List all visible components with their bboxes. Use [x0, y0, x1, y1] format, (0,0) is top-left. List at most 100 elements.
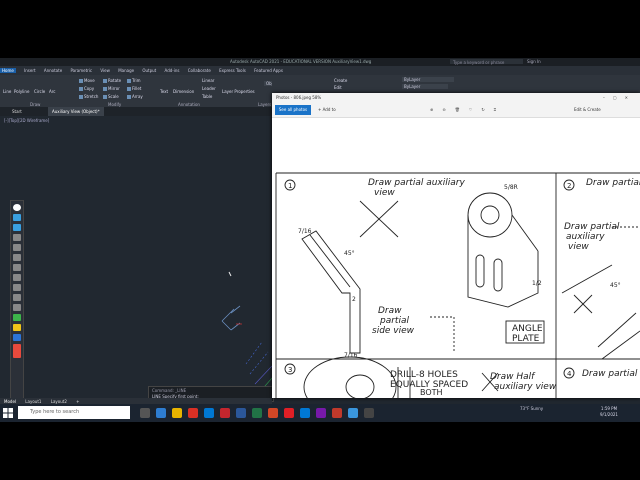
color-green[interactable]: [13, 314, 21, 321]
svg-text:4: 4: [567, 370, 572, 378]
photos-window: Photos - 806.jpeg 58% –▢✕ See all photos…: [272, 93, 640, 398]
circle-button[interactable]: Circle: [34, 89, 45, 94]
tab-output[interactable]: Output: [142, 68, 156, 73]
tab-express-tools[interactable]: Express Tools: [219, 68, 246, 73]
highlighter-icon[interactable]: [13, 284, 21, 291]
sign-in-link[interactable]: Sign In: [527, 58, 541, 66]
svg-text:side view: side view: [372, 326, 415, 336]
trim-button[interactable]: Trim: [127, 78, 141, 83]
pen-icon[interactable]: [13, 264, 21, 271]
delete-icon[interactable]: 🗑: [455, 107, 469, 112]
svg-text:Draw partial: Draw partial: [564, 222, 620, 232]
linear-button[interactable]: Linear: [202, 78, 214, 83]
taskbar-apps: [140, 408, 374, 418]
dimension-button[interactable]: Dimension: [173, 89, 194, 94]
tab-manage[interactable]: Manage: [118, 68, 134, 73]
text-tool-icon[interactable]: [13, 304, 21, 311]
zoom-out-icon[interactable]: ⊖: [442, 107, 454, 112]
window-controls[interactable]: –▢✕: [603, 93, 636, 103]
svg-text:3: 3: [288, 366, 292, 374]
select-icon[interactable]: [13, 214, 21, 221]
line-tool-icon[interactable]: [13, 254, 21, 261]
array-button[interactable]: Array: [127, 94, 143, 99]
autocad-icon[interactable]: [220, 408, 230, 418]
scale-button[interactable]: Scale: [103, 94, 119, 99]
pin-icon[interactable]: [13, 204, 21, 211]
tab-collaborate[interactable]: Collaborate: [188, 68, 211, 73]
tab-view[interactable]: View: [100, 68, 110, 73]
table-button[interactable]: Table: [202, 94, 212, 99]
tab-parametric[interactable]: Parametric: [70, 68, 92, 73]
svg-text:partial: partial: [379, 316, 409, 326]
mirror-button[interactable]: Mirror: [103, 86, 120, 91]
pencil-icon[interactable]: [13, 234, 21, 241]
svg-text:Draw Half: Draw Half: [490, 372, 536, 382]
text-button[interactable]: Text: [160, 89, 168, 94]
zoom-icon[interactable]: [13, 224, 21, 231]
start-tab[interactable]: Start: [8, 107, 26, 116]
rotate-icon[interactable]: ↻: [481, 107, 493, 112]
windows-start-icon[interactable]: [3, 408, 13, 418]
task-view-icon[interactable]: [140, 408, 150, 418]
excel-icon[interactable]: [252, 408, 262, 418]
polyline-button[interactable]: Polyline: [14, 89, 29, 94]
copy-button[interactable]: Copy: [79, 86, 94, 91]
onenote-icon[interactable]: [316, 408, 326, 418]
tab-annotate[interactable]: Annotate: [44, 68, 62, 73]
favorite-icon[interactable]: ♡: [469, 107, 482, 112]
edit-create-button[interactable]: Edit & Create: [574, 103, 601, 117]
snip-icon[interactable]: [364, 408, 374, 418]
crop-icon[interactable]: ⌗: [494, 107, 505, 112]
edit-block-button[interactable]: Edit: [334, 85, 342, 90]
tool-palette: [10, 200, 24, 406]
system-clock[interactable]: 1:59 PM 9/1/2021: [600, 406, 618, 418]
technical-drawing: 1 2 3 4 Draw partial auxiliary view Draw…: [275, 172, 640, 398]
linetype-dropdown[interactable]: ByLayer: [402, 84, 448, 89]
chrome-icon[interactable]: [188, 408, 198, 418]
stretch-button[interactable]: Stretch: [79, 94, 98, 99]
store-icon[interactable]: [204, 408, 214, 418]
word-icon[interactable]: [236, 408, 246, 418]
file-explorer-icon[interactable]: [172, 408, 182, 418]
fillet-button[interactable]: Fillet: [127, 86, 141, 91]
color-blue[interactable]: [13, 334, 21, 341]
tab-insert[interactable]: Insert: [24, 68, 35, 73]
marker-icon[interactable]: [13, 274, 21, 281]
color-yellow[interactable]: [13, 324, 21, 331]
rotate-button[interactable]: Rotate: [103, 78, 121, 83]
leader-button[interactable]: Leader: [202, 86, 216, 91]
shape-icon[interactable]: [13, 294, 21, 301]
access-icon[interactable]: [332, 408, 342, 418]
search-input[interactable]: Type a keyword or phrase: [450, 59, 523, 65]
move-button[interactable]: Move: [79, 78, 95, 83]
zoom-in-icon[interactable]: ⊕: [430, 107, 442, 112]
photos-icon[interactable]: [300, 408, 310, 418]
layer-properties-button[interactable]: Layer Properties: [222, 89, 255, 94]
drawing-canvas[interactable]: [0, 116, 272, 398]
app-title: Autodesk AutoCAD 2021 - EDUCATIONAL VERS…: [230, 59, 372, 64]
photos-titlebar: Photos - 806.jpeg 58% –▢✕: [272, 93, 640, 103]
svg-text:PLATE: PLATE: [512, 334, 540, 344]
acrobat-icon[interactable]: [284, 408, 294, 418]
add-to-button[interactable]: + Add to: [318, 103, 336, 117]
drawing-tab[interactable]: Auxiliary View (Object)*: [48, 107, 104, 116]
powerpoint-icon[interactable]: [268, 408, 278, 418]
edge-icon[interactable]: [156, 408, 166, 418]
arc-button[interactable]: Arc: [49, 89, 56, 94]
tab-addins[interactable]: Add-ins: [165, 68, 180, 73]
create-block-button[interactable]: Create: [334, 78, 347, 83]
ribbon-tab-bar: Home Insert Annotate Parametric View Man…: [0, 66, 640, 75]
svg-text:Draw partial: Draw partial: [582, 369, 638, 379]
eraser-icon[interactable]: [13, 244, 21, 251]
see-all-photos-button[interactable]: See all photos: [275, 105, 311, 115]
mail-icon[interactable]: [348, 408, 358, 418]
tab-featured-apps[interactable]: Featured Apps: [254, 68, 283, 73]
color-red[interactable]: [13, 344, 21, 358]
color-dropdown[interactable]: ByLayer: [402, 77, 454, 82]
svg-text:5/8R: 5/8R: [504, 184, 518, 191]
weather-widget[interactable]: 73°F Sunny: [520, 406, 543, 411]
line-button[interactable]: Line: [3, 89, 11, 94]
tab-home[interactable]: Home: [0, 68, 16, 73]
taskbar-search-input[interactable]: Type here to search: [18, 406, 130, 419]
file-tab-bar: Start Auxiliary View (Object)*: [0, 107, 272, 116]
